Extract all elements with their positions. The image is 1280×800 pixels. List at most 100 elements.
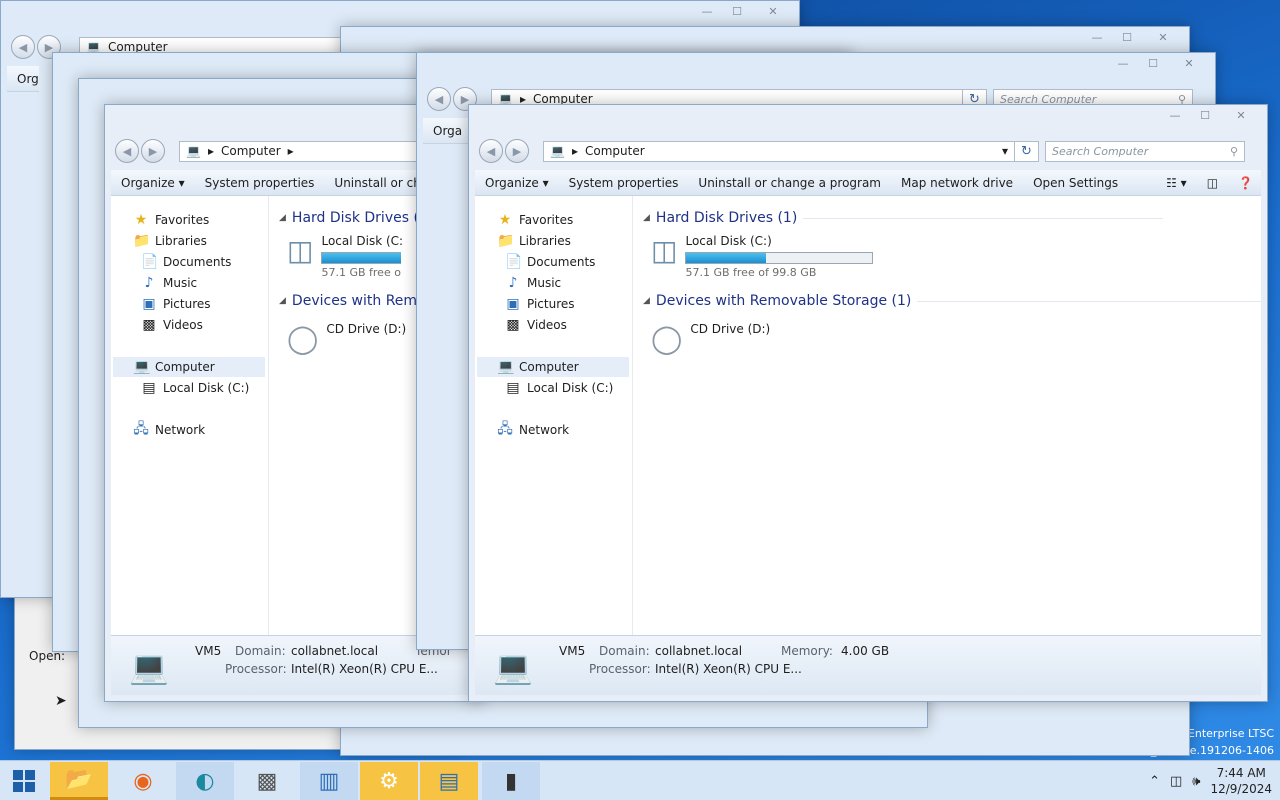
back-button[interactable]: ◀: [479, 139, 503, 163]
collapse-arrow-icon: ◢: [279, 296, 286, 306]
processor-value: Intel(R) Xeon(R) CPU E...: [655, 662, 802, 676]
maximize-button[interactable]: ☐: [1191, 107, 1219, 123]
close-button[interactable]: ✕: [1169, 55, 1209, 71]
back-button[interactable]: ◀: [11, 35, 35, 59]
drive-d[interactable]: ◯ CD Drive (D:): [651, 322, 770, 355]
address-text: Computer: [584, 144, 645, 158]
minimize-button[interactable]: —: [1083, 29, 1111, 45]
taskbar-settings[interactable]: ⚙: [360, 762, 418, 800]
nav-computer[interactable]: 💻 Computer: [113, 357, 265, 377]
nav-network[interactable]: 🖧 Network: [497, 420, 569, 440]
minimize-button[interactable]: —: [1109, 55, 1137, 71]
taskbar-performance-monitor[interactable]: ▥: [300, 762, 358, 800]
nav-documents[interactable]: 📄 Documents: [505, 252, 595, 272]
nav-videos[interactable]: ▩ Videos: [505, 315, 567, 335]
close-button[interactable]: ✕: [753, 3, 793, 19]
cd-drive-icon: ◯: [651, 322, 683, 355]
nav-libraries[interactable]: 📁 Libraries: [497, 231, 571, 251]
minimize-button[interactable]: —: [693, 3, 721, 19]
group-hard-disk-drives[interactable]: ◢ Hard Disk Drives (1: [279, 210, 428, 226]
pictures-icon: ▣: [506, 296, 520, 312]
nav-libraries[interactable]: 📁 Libraries: [133, 231, 207, 251]
nav-music[interactable]: ♪ Music: [141, 273, 198, 293]
maximize-button[interactable]: ☐: [1113, 29, 1141, 45]
nav-music[interactable]: ♪ Music: [505, 273, 562, 293]
organize-button[interactable]: Organize ▾: [485, 176, 549, 190]
nav-favorites[interactable]: ★ Favorites: [133, 210, 210, 230]
drive-icon: ▤: [506, 380, 520, 396]
help-icon[interactable]: ❓: [1238, 176, 1253, 190]
taskbar-server[interactable]: ▮: [482, 762, 540, 800]
nav-computer[interactable]: 💻 Computer: [477, 357, 629, 377]
taskbar-device[interactable]: ▩: [238, 762, 296, 800]
back-button[interactable]: ◀: [427, 87, 451, 111]
nav-local-disk[interactable]: ▤ Local Disk (C:): [505, 378, 613, 398]
nav-documents[interactable]: 📄 Documents: [141, 252, 231, 272]
explorer-window-front[interactable]: — ☐ ✕ ◀ ▶ 💻 ▸ Computer ▾ ↻ Search Comput…: [468, 104, 1268, 702]
gear-icon: ⚙: [379, 768, 399, 794]
maximize-button[interactable]: ☐: [723, 3, 751, 19]
nav-videos[interactable]: ▩ Videos: [141, 315, 203, 335]
organize-button[interactable]: Orga: [17, 72, 39, 86]
taskbar-firefox[interactable]: ◉: [114, 762, 172, 800]
group-removable-storage[interactable]: ◢ Devices with Removable Storage (1): [643, 293, 1261, 309]
nav-favorites[interactable]: ★ Favorites: [497, 210, 574, 230]
computer-name: VM5: [559, 644, 586, 658]
view-options-icon[interactable]: ☷ ▾: [1166, 176, 1187, 190]
close-button[interactable]: ✕: [1143, 29, 1183, 45]
close-button[interactable]: ✕: [1221, 107, 1261, 123]
system-properties-button[interactable]: System properties: [205, 176, 315, 190]
chevron-up-icon[interactable]: ⌃: [1149, 774, 1160, 789]
forward-button[interactable]: ▶: [141, 139, 165, 163]
toolbar: Organize ▾ System properties Uninstall o…: [475, 170, 1261, 196]
network-icon[interactable]: ◫: [1170, 774, 1182, 789]
maximize-button[interactable]: ☐: [1139, 55, 1167, 71]
uninstall-button[interactable]: Uninstall or change a program: [698, 176, 881, 190]
volume-icon[interactable]: 🕪: [1192, 774, 1200, 789]
server-icon: ▮: [504, 768, 518, 794]
drive-c[interactable]: ◫ Local Disk (C: 57.1 GB free o: [287, 234, 403, 279]
control-panel-icon: ▤: [438, 768, 460, 794]
start-button[interactable]: [0, 761, 48, 800]
nav-pictures[interactable]: ▣ Pictures: [141, 294, 210, 314]
forward-button[interactable]: ▶: [505, 139, 529, 163]
clock[interactable]: 7:44 AM 12/9/2024: [1210, 765, 1272, 797]
organize-button[interactable]: Orga: [433, 124, 462, 138]
uninstall-button[interactable]: Uninstall or ch: [334, 176, 420, 190]
collapse-arrow-icon: ◢: [643, 296, 650, 306]
group-removable-storage[interactable]: ◢ Devices with Remo: [279, 293, 426, 309]
address-chevron-icon: ▸: [207, 144, 214, 158]
refresh-button[interactable]: ↻: [1015, 140, 1039, 162]
open-settings-button[interactable]: Open Settings: [1033, 176, 1118, 190]
preview-pane-icon[interactable]: ◫: [1207, 176, 1218, 190]
drive-d[interactable]: ◯ CD Drive (D:): [287, 322, 406, 355]
address-bar[interactable]: 💻 ▸ Computer ▾: [543, 140, 1015, 162]
system-properties-button[interactable]: System properties: [569, 176, 679, 190]
computer-name: VM5: [195, 644, 222, 658]
taskbar-control-panel[interactable]: ▤: [420, 762, 478, 800]
network-icon: 🖧: [497, 421, 513, 437]
organize-button[interactable]: Organize ▾: [121, 176, 185, 190]
computer-icon: 💻: [497, 359, 515, 375]
map-network-drive-button[interactable]: Map network drive: [901, 176, 1013, 190]
content-area: ◢ Hard Disk Drives (1) ◫ Local Disk (C:) 5…: [633, 196, 1261, 635]
taskbar: 📂 ◉ ◐ ▩ ▥ ⚙ ▤ ▮ ⌃ ◫ 🕪 7:44 AM 12/9/2024: [0, 760, 1280, 800]
nav-local-disk[interactable]: ▤ Local Disk (C:): [141, 378, 249, 398]
back-button[interactable]: ◀: [115, 139, 139, 163]
taskbar-edge[interactable]: ◐: [176, 762, 234, 800]
search-input[interactable]: Search Computer ⚲: [1045, 140, 1245, 162]
nav-network[interactable]: 🖧 Network: [133, 420, 205, 440]
network-icon: 🖧: [133, 421, 149, 437]
window-controls: — ☐ ✕: [1109, 55, 1209, 71]
group-hard-disk-drives[interactable]: ◢ Hard Disk Drives (1): [643, 210, 1164, 226]
nav-pictures[interactable]: ▣ Pictures: [505, 294, 574, 314]
toolbar: Orga: [7, 66, 39, 92]
firefox-icon: ◉: [133, 768, 153, 794]
window-controls: — ☐ ✕: [1161, 107, 1261, 123]
computer-icon: 💻: [186, 144, 201, 158]
drive-c[interactable]: ◫ Local Disk (C:) 57.1 GB free of 99.8 GB: [651, 234, 874, 279]
computer-large-icon: 💻: [129, 648, 169, 686]
taskbar-file-explorer[interactable]: 📂: [50, 762, 108, 800]
address-dropdown-icon[interactable]: ▾: [1002, 144, 1008, 158]
minimize-button[interactable]: —: [1161, 107, 1189, 123]
